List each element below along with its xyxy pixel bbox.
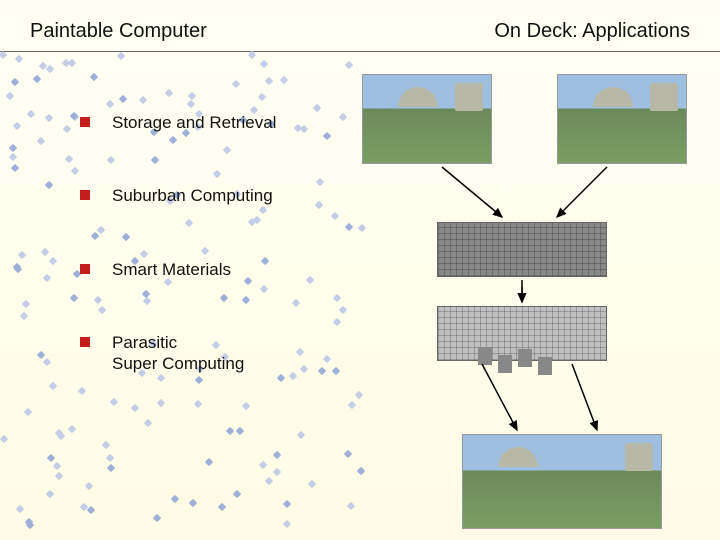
slide-content: Storage and Retrieval Suburban Computing… xyxy=(0,52,720,536)
bullet-item: Smart Materials xyxy=(80,259,276,280)
building-photo-top-right xyxy=(557,74,687,164)
title-left: Paintable Computer xyxy=(30,20,207,43)
slide-header: Paintable Computer On Deck: Applications xyxy=(0,0,720,52)
gray-chip-1 xyxy=(437,222,607,277)
bullet-label: Storage and Retrieval xyxy=(112,112,276,133)
gray-chip-2 xyxy=(437,306,607,361)
building-photo-top-left xyxy=(362,74,492,164)
title-right: On Deck: Applications xyxy=(494,20,690,43)
building-photo-bottom xyxy=(462,434,662,529)
bullet-list: Storage and Retrieval Suburban Computing… xyxy=(80,112,276,426)
bullet-marker-icon xyxy=(80,337,90,347)
bullet-item: Parasitic Super Computing xyxy=(80,332,276,375)
bullet-marker-icon xyxy=(80,117,90,127)
bullet-item: Storage and Retrieval xyxy=(80,112,276,133)
bullet-marker-icon xyxy=(80,190,90,200)
process-diagram xyxy=(362,62,702,532)
bullet-marker-icon xyxy=(80,264,90,274)
bullet-label: Suburban Computing xyxy=(112,185,273,206)
bullet-label: Parasitic Super Computing xyxy=(112,332,244,375)
bullet-label: Smart Materials xyxy=(112,259,231,280)
bullet-item: Suburban Computing xyxy=(80,185,276,206)
